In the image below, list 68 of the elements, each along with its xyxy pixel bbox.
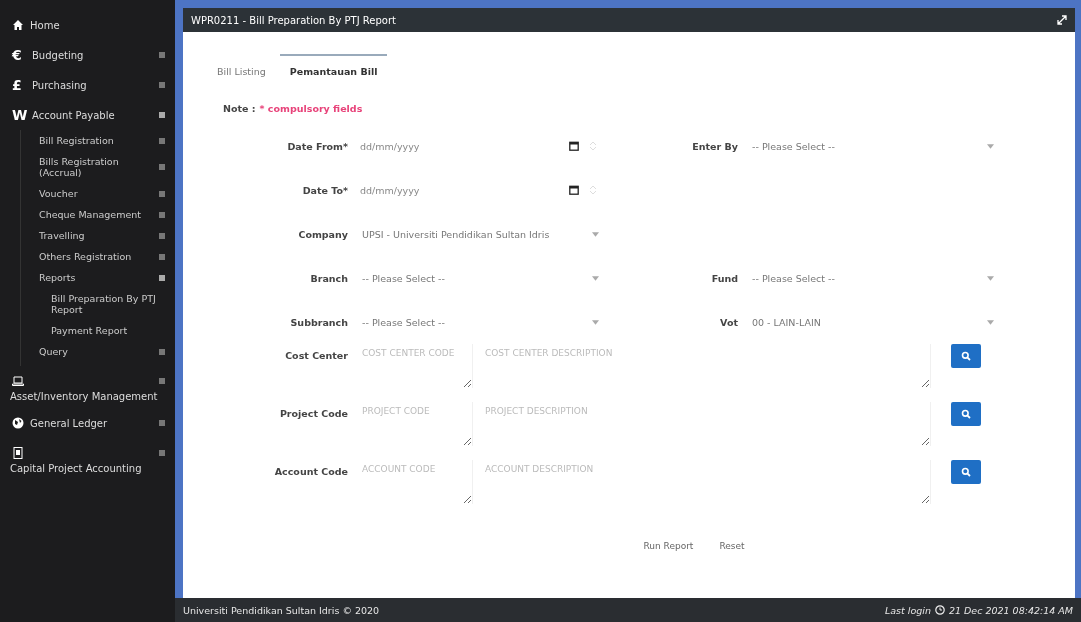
field-label: Date From* — [286, 140, 348, 152]
search-icon — [961, 351, 971, 361]
note-label: Note : — [223, 103, 256, 114]
caret-icon — [592, 231, 599, 237]
last-login-label: Last login — [884, 604, 931, 616]
select-field[interactable]: -- Please Select -- — [748, 268, 998, 288]
select-field[interactable]: -- Please Select -- — [358, 312, 603, 332]
submenu-item[interactable]: Cheque Management — [39, 209, 159, 220]
search-button[interactable] — [951, 344, 981, 368]
submenu-item[interactable]: Bill Registration — [39, 135, 159, 146]
select-field[interactable]: 00 - LAIN-LAIN — [748, 312, 998, 332]
globe-icon — [12, 417, 24, 429]
search-button[interactable] — [951, 460, 981, 484]
submenu-item[interactable]: Bill Preparation By PTJ Report — [51, 293, 165, 315]
submenu-item[interactable]: Query — [39, 346, 159, 357]
submenu-item[interactable]: Reports — [39, 272, 159, 283]
field-label: Company — [297, 228, 348, 240]
field-label: Project Code — [278, 407, 348, 419]
search-button[interactable] — [951, 402, 981, 426]
caret-icon — [592, 319, 599, 325]
select-field[interactable]: -- Please Select -- — [358, 268, 603, 288]
submenu-item[interactable]: Others Registration — [39, 251, 159, 262]
copyright-text: Universiti Pendidikan Sultan Idris © 2020 — [183, 604, 380, 616]
expand-icon[interactable] — [1057, 15, 1067, 25]
action-button[interactable]: Reset — [713, 540, 751, 552]
menu-glyph: € — [12, 47, 23, 63]
menu-item[interactable]: Home — [30, 19, 165, 31]
field-label: Cost Center — [284, 349, 348, 361]
menu-item[interactable]: General Ledger — [30, 417, 153, 429]
clock-icon — [934, 605, 945, 615]
field-label: Date To* — [301, 184, 348, 196]
device-icon — [12, 447, 24, 459]
field-label: Fund — [710, 272, 738, 284]
caret-icon — [987, 275, 994, 281]
login-timestamp: 21 Dec 2021 08:42:14 AM — [948, 604, 1073, 616]
calendar-icon[interactable] — [569, 141, 579, 151]
tab[interactable]: Pemantauan Bill — [279, 54, 388, 87]
field-label: Account Code — [273, 465, 348, 477]
menu-item[interactable]: Capital Project Accounting — [10, 463, 165, 474]
submenu-item[interactable]: Travelling — [39, 230, 159, 241]
menu-item[interactable]: Purchasing — [32, 79, 153, 91]
menu-item[interactable]: Account Payable — [32, 109, 153, 121]
panel-title: WPR0211 - Bill Preparation By PTJ Report — [191, 14, 396, 26]
search-icon — [961, 467, 971, 477]
caret-icon — [592, 275, 599, 281]
expand-icon[interactable] — [159, 274, 165, 281]
search-icon — [961, 409, 971, 419]
action-button[interactable]: Run Report — [637, 540, 700, 552]
calendar-icon[interactable] — [569, 185, 579, 195]
select-field[interactable]: UPSI - Universiti Pendidikan Sultan Idris — [358, 224, 603, 244]
menu-item[interactable]: Asset/Inventory Management — [10, 391, 165, 402]
home-icon — [12, 19, 24, 31]
field-label: Vot — [719, 316, 738, 328]
field-label: Branch — [309, 272, 348, 284]
submenu-item[interactable]: Payment Report — [51, 325, 165, 336]
submenu-item[interactable]: Voucher — [39, 188, 159, 199]
caret-icon — [987, 143, 994, 149]
select-field[interactable]: -- Please Select -- — [748, 136, 998, 156]
tab[interactable]: Bill Listing — [207, 54, 276, 87]
note-text: * compulsory fields — [259, 103, 363, 114]
field-label: Subbranch — [289, 316, 348, 328]
field-label: Enter By — [691, 140, 738, 152]
caret-icon — [987, 319, 994, 325]
laptop-icon — [12, 375, 24, 387]
menu-glyph: W — [12, 107, 26, 123]
menu-glyph: £ — [12, 77, 23, 93]
submenu-item[interactable]: Bills Registration (Accrual) — [39, 156, 159, 178]
menu-item[interactable]: Budgeting — [32, 49, 153, 61]
